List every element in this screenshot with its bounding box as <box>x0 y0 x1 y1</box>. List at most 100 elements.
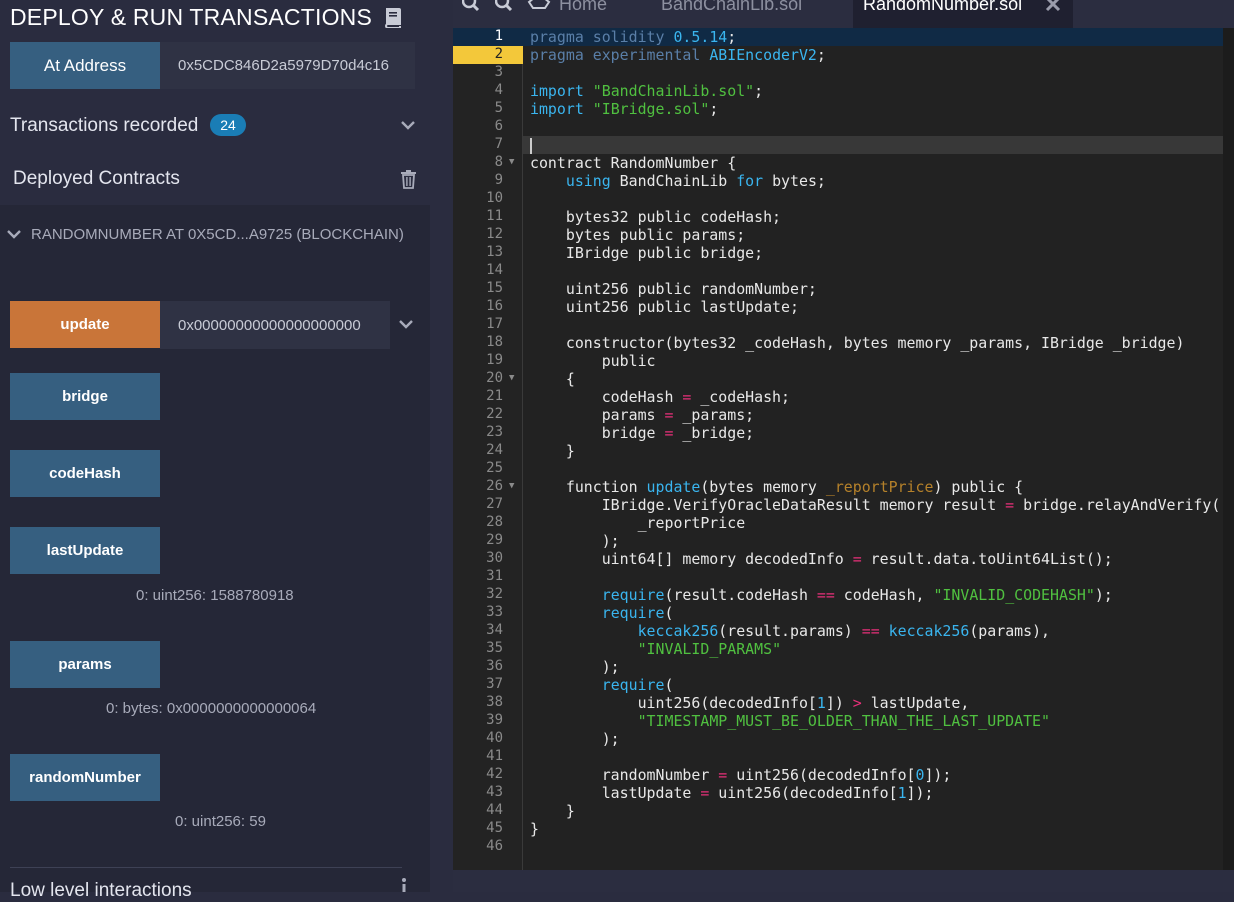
text-cursor <box>530 138 532 154</box>
panel-title: DEPLOY & RUN TRANSACTIONS <box>10 4 373 30</box>
line-number: 33 <box>486 604 503 620</box>
info-icon[interactable] <box>401 878 407 892</box>
randomnumber-button[interactable]: randomNumber <box>10 754 160 801</box>
trash-icon[interactable] <box>400 169 417 189</box>
line-number: 1 <box>494 28 503 44</box>
line-number: 34 <box>486 622 503 638</box>
line-number: 40 <box>486 730 503 746</box>
code-line: function update(bytes memory _reportPric… <box>530 478 1024 496</box>
transactions-count-badge: 24 <box>210 114 246 136</box>
line-number: 31 <box>486 568 503 584</box>
line-number: 25 <box>486 460 503 476</box>
line-number: 37 <box>486 676 503 692</box>
line-number: 9 <box>494 172 503 188</box>
code-line: ); <box>530 532 620 550</box>
line-number: 44 <box>486 802 503 818</box>
line-number: 41 <box>486 748 503 764</box>
low-level-interactions-label: Low level interactions <box>10 880 192 901</box>
transactions-recorded-label[interactable]: Transactions recorded <box>10 115 198 137</box>
code-line: uint256 public lastUpdate; <box>530 298 799 316</box>
line-number: 46 <box>486 838 503 854</box>
line-number: 27 <box>486 496 503 512</box>
update-input[interactable]: 0x00000000000000000000 <box>160 301 390 349</box>
code-line: constructor(bytes32 _codeHash, bytes mem… <box>530 334 1185 352</box>
zoom-in-icon[interactable] <box>495 0 513 12</box>
code-line: lastUpdate = uint256(decodedInfo[1]); <box>530 784 934 802</box>
code-line: public <box>530 352 656 370</box>
code-line: "INVALID_PARAMS" <box>637 640 782 658</box>
line-number: 19 <box>486 352 503 368</box>
code-line: bytes32 public codeHash; <box>530 208 782 226</box>
left-panel: DEPLOY & RUN TRANSACTIONS At Address 0x5… <box>0 0 430 901</box>
line-number: 21 <box>486 388 503 404</box>
line-number: 17 <box>486 316 503 332</box>
code-line: require( <box>601 604 674 622</box>
line-number: 24 <box>486 442 503 458</box>
line-number: 8 <box>494 154 503 170</box>
code-line: keccak256(result.params) == keccak256(pa… <box>637 622 1051 640</box>
code-line: bridge = _bridge; <box>530 424 755 442</box>
line-number: 7 <box>494 136 503 152</box>
code-line: pragma solidity 0.5.14; <box>530 28 737 46</box>
lastupdate-result: 0: uint256: 1588780918 <box>136 587 294 604</box>
code-line: params = _params; <box>530 406 755 424</box>
line-number: 23 <box>486 424 503 440</box>
fold-toggle-icon[interactable]: ▼ <box>509 481 517 491</box>
tab-randomnumber-label: RandomNumber.sol <box>863 0 1023 14</box>
chevron-down-icon[interactable] <box>401 121 415 130</box>
code-line: ); <box>530 658 620 676</box>
codehash-button[interactable]: codeHash <box>10 450 160 497</box>
at-address-input[interactable]: 0x5CDC846D2a5979D70d4c16 <box>160 42 415 89</box>
code-line: uint256(decodedInfo[1]) > lastUpdate, <box>530 694 970 712</box>
line-number: 12 <box>486 226 503 242</box>
documentation-icon[interactable] <box>384 8 402 28</box>
line-number: 38 <box>486 694 503 710</box>
code-line: } <box>530 820 539 838</box>
code-line: contract RandomNumber { <box>530 154 737 172</box>
home-icon[interactable] <box>527 0 551 12</box>
lastupdate-button[interactable]: lastUpdate <box>10 527 160 574</box>
contract-instance-label[interactable]: RANDOMNUMBER AT 0X5CD...A9725 (BLOCKCHAI… <box>31 226 404 243</box>
code-line: IBridge.VerifyOracleDataResult memory re… <box>530 496 1221 514</box>
code-line: IBridge public bridge; <box>530 244 764 262</box>
line-number: 35 <box>486 640 503 656</box>
line-number: 39 <box>486 712 503 728</box>
bridge-button[interactable]: bridge <box>10 373 160 420</box>
editor-tab-bar: Home BandChainLib.sol RandomNumber.sol <box>453 0 1234 28</box>
randomnumber-result: 0: uint256: 59 <box>175 813 266 830</box>
line-number: 2 <box>494 46 503 62</box>
tab-home[interactable]: Home <box>559 0 607 24</box>
chevron-down-icon[interactable] <box>7 230 21 239</box>
code-line: using BandChainLib for bytes; <box>565 172 826 190</box>
code-line: bytes public params; <box>530 226 746 244</box>
params-button[interactable]: params <box>10 641 160 688</box>
code-editor[interactable]: Home BandChainLib.sol RandomNumber.sol 1… <box>453 0 1234 892</box>
line-number: 11 <box>486 208 503 224</box>
line-number: 14 <box>486 262 503 278</box>
code-line: codeHash = _codeHash; <box>530 388 790 406</box>
vertical-scrollbar[interactable] <box>1223 28 1234 870</box>
tab-randomnumber[interactable]: RandomNumber.sol <box>853 0 1073 28</box>
code-line: _reportPrice <box>530 514 746 532</box>
zoom-out-icon[interactable] <box>462 0 480 12</box>
close-icon[interactable] <box>1045 0 1061 12</box>
fold-toggle-icon[interactable]: ▼ <box>509 157 517 167</box>
fold-toggle-icon[interactable]: ▼ <box>509 373 517 383</box>
line-number: 20 <box>486 370 503 386</box>
code-line <box>530 136 532 154</box>
at-address-button[interactable]: At Address <box>10 42 160 89</box>
update-button[interactable]: update <box>10 301 160 348</box>
line-number: 45 <box>486 820 503 836</box>
code-line: import "IBridge.sol"; <box>530 100 719 118</box>
chevron-down-icon[interactable] <box>399 320 413 329</box>
code-line: randomNumber = uint256(decodedInfo[0]); <box>530 766 952 784</box>
code-line: } <box>530 442 575 460</box>
deployed-contracts-label: Deployed Contracts <box>13 168 180 189</box>
divider <box>10 867 402 868</box>
line-number: 42 <box>486 766 503 782</box>
tab-bandchainlib[interactable]: BandChainLib.sol <box>661 0 802 24</box>
code-line: uint64[] memory decodedInfo = result.dat… <box>530 550 1113 568</box>
code-line: require(result.codeHash == codeHash, "IN… <box>601 586 1113 604</box>
line-number: 16 <box>486 298 503 314</box>
code-line: require( <box>601 676 674 694</box>
